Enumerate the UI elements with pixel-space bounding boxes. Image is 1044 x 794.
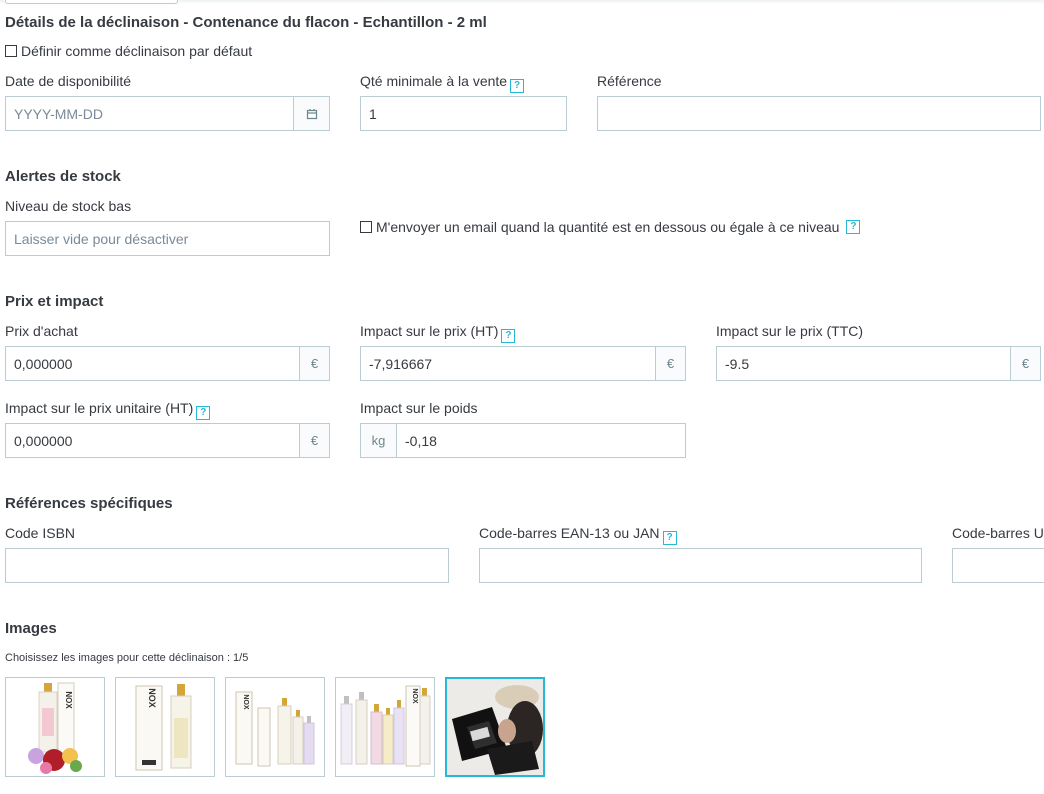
kg-addon: kg <box>361 424 397 457</box>
euro-addon: € <box>655 347 685 380</box>
brand-text: NOX <box>411 688 418 704</box>
unit-price-field: € <box>5 423 330 458</box>
help-icon[interactable]: ? <box>846 220 861 234</box>
image-thumb-4[interactable]: NOX <box>335 677 435 777</box>
perfume-flowers-image: NOX <box>28 682 82 774</box>
price-impact-title: Prix et impact <box>5 293 104 310</box>
image-thumb-5-selected[interactable] <box>445 677 545 777</box>
min-qty-label: Qté minimale à la vente? <box>360 73 525 93</box>
perfume-box-image: NOX <box>135 684 192 771</box>
min-qty-field <box>360 96 567 131</box>
euro-addon: € <box>1010 347 1040 380</box>
purchase-price-field: € <box>5 346 330 381</box>
help-icon[interactable]: ? <box>510 79 525 93</box>
top-button-edge[interactable] <box>5 0 178 4</box>
ean-field <box>479 548 922 583</box>
brand-text: NOX <box>242 694 249 710</box>
isbn-label: Code ISBN <box>5 525 76 541</box>
images-count-label: Choisissez les images pour cette déclina… <box>5 652 249 664</box>
impact-ht-label: Impact sur le prix (HT)? <box>360 323 516 343</box>
euro-addon: € <box>299 424 329 457</box>
ean-label: Code-barres EAN-13 ou JAN? <box>479 525 677 545</box>
ean-input[interactable] <box>480 549 921 582</box>
purchase-price-label: Prix d'achat <box>5 323 78 339</box>
image-thumb-1[interactable]: NOX <box>5 677 105 777</box>
help-icon[interactable]: ? <box>662 531 677 545</box>
reference-label: Référence <box>597 73 662 89</box>
min-qty-input[interactable] <box>361 97 566 130</box>
images-title: Images <box>5 620 57 637</box>
calendar-button[interactable] <box>293 97 329 130</box>
email-alert-row[interactable]: M'envoyer un email quand la quantité est… <box>360 219 861 235</box>
reference-input[interactable] <box>598 97 1040 130</box>
isbn-input[interactable] <box>6 549 448 582</box>
upc-field <box>952 548 1044 583</box>
perfume-set-image: NOX <box>235 691 315 767</box>
impact-ht-field: € <box>360 346 686 381</box>
email-alert-label: M'envoyer un email quand la quantité est… <box>376 219 840 235</box>
date-field <box>5 96 330 131</box>
page-title: Détails de la déclinaison - Contenance d… <box>5 14 487 31</box>
impact-ttc-input[interactable] <box>717 347 1010 380</box>
unit-price-input[interactable] <box>6 424 299 457</box>
default-combination-label: Définir comme déclinaison par défaut <box>21 43 253 59</box>
impact-ttc-label: Impact sur le prix (TTC) <box>716 323 864 339</box>
default-combination-checkbox[interactable] <box>5 45 17 57</box>
weight-field: kg <box>360 423 686 458</box>
default-combination-row[interactable]: Définir comme déclinaison par défaut <box>5 43 252 59</box>
product-packaging-image <box>447 679 543 775</box>
isbn-field <box>5 548 449 583</box>
purchase-price-input[interactable] <box>6 347 299 380</box>
image-thumb-3[interactable]: NOX <box>225 677 325 777</box>
weight-label: Impact sur le poids <box>360 400 478 416</box>
ean-label-text: Code-barres EAN-13 ou JAN <box>479 525 660 541</box>
date-label: Date de disponibilité <box>5 73 132 89</box>
low-stock-label: Niveau de stock bas <box>5 198 132 214</box>
image-thumb-2[interactable]: NOX <box>115 677 215 777</box>
low-stock-field <box>5 221 330 256</box>
reference-field <box>597 96 1041 131</box>
brand-text: NOX <box>64 691 73 709</box>
low-stock-input[interactable] <box>6 222 329 255</box>
upc-input[interactable] <box>953 549 1044 582</box>
perfume-collection-image: NOX <box>340 685 431 767</box>
calendar-icon <box>306 108 317 119</box>
unit-price-label: Impact sur le prix unitaire (HT)? <box>5 400 211 420</box>
stock-alerts-title: Alertes de stock <box>5 168 121 185</box>
date-input[interactable] <box>6 97 293 130</box>
brand-text: NOX <box>147 688 157 708</box>
email-alert-checkbox[interactable] <box>360 221 372 233</box>
min-qty-label-text: Qté minimale à la vente <box>360 73 508 89</box>
impact-ht-input[interactable] <box>361 347 655 380</box>
euro-addon: € <box>299 347 329 380</box>
unit-price-label-text: Impact sur le prix unitaire (HT) <box>5 400 194 416</box>
impact-ttc-field: € <box>716 346 1041 381</box>
help-icon[interactable]: ? <box>196 406 211 420</box>
impact-ht-label-text: Impact sur le prix (HT) <box>360 323 499 339</box>
weight-input[interactable] <box>397 424 685 457</box>
upc-label: Code-barres U <box>952 525 1044 541</box>
specific-references-title: Références spécifiques <box>5 495 173 512</box>
help-icon[interactable]: ? <box>501 329 516 343</box>
